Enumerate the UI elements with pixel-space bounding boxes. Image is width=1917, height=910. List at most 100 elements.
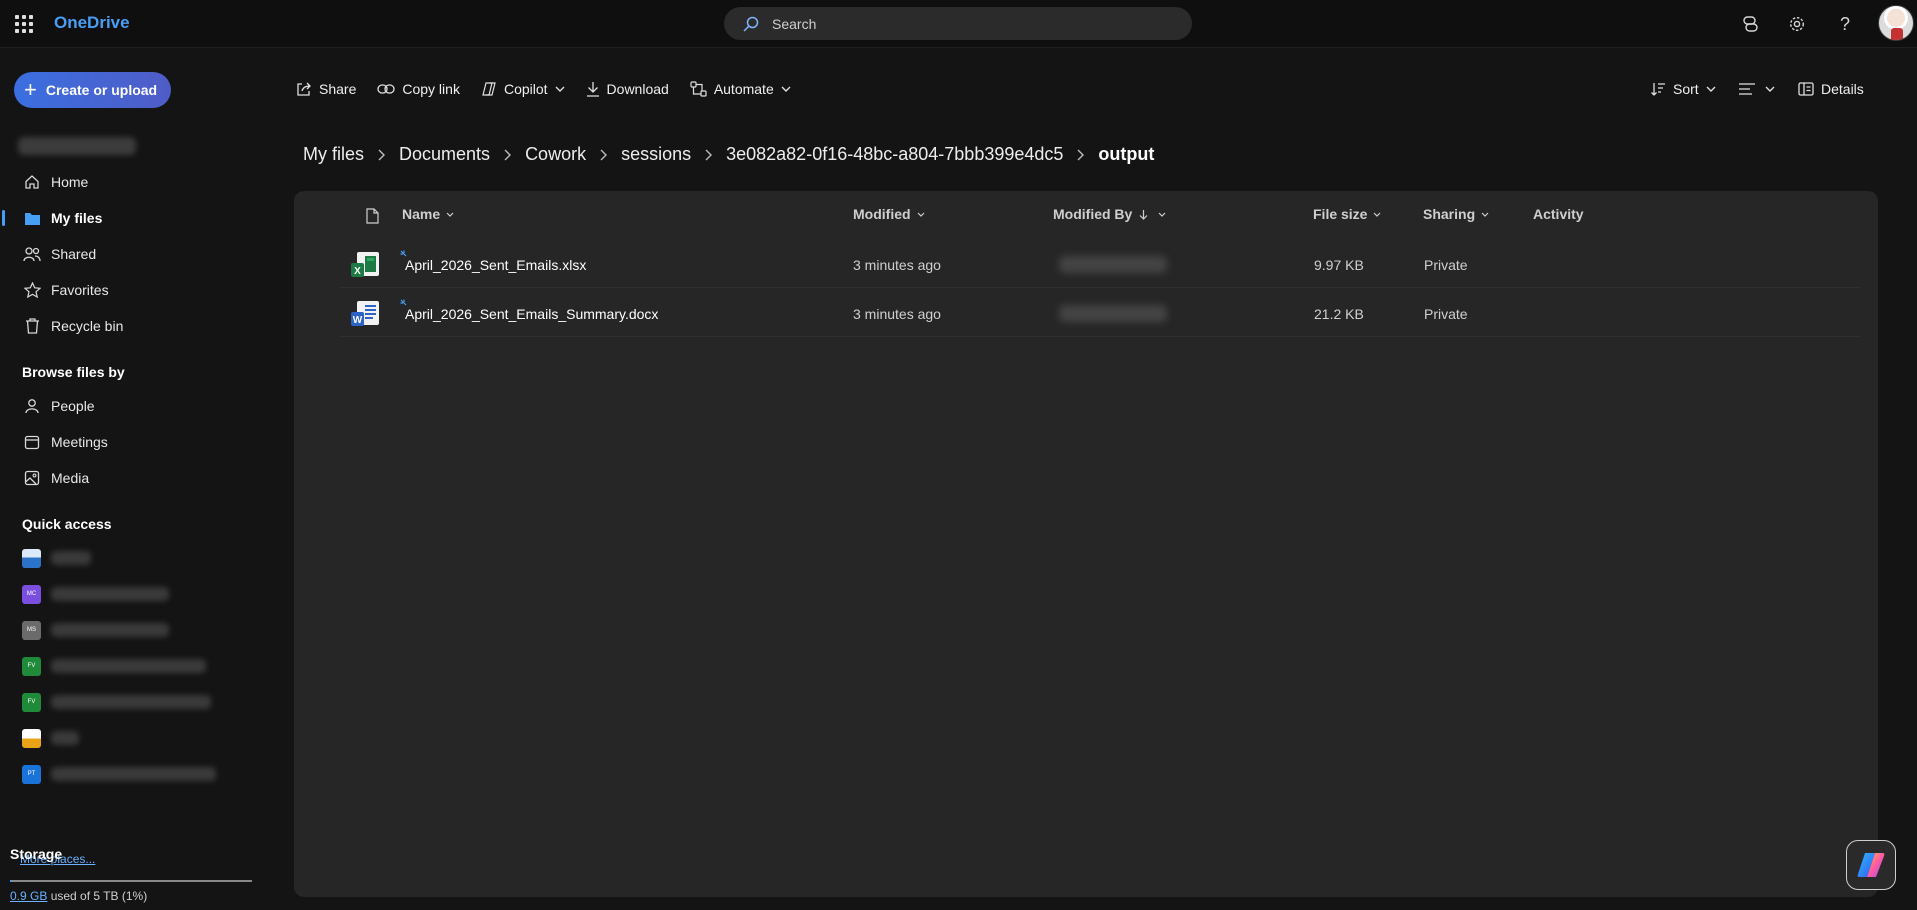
chevron-down-icon — [917, 212, 925, 217]
nav-label: Home — [51, 174, 89, 190]
nav-label: Meetings — [51, 434, 108, 450]
avatar[interactable] — [1878, 5, 1914, 41]
site-logo-icon — [22, 548, 41, 568]
modified-cell: 3 minutes ago — [853, 306, 941, 322]
download-button[interactable]: Download — [586, 81, 669, 97]
person-icon — [22, 396, 42, 416]
nav-shared[interactable]: Shared — [0, 239, 240, 269]
file-size-cell: 21.2 KB — [1314, 306, 1364, 322]
create-or-upload-label: Create or upload — [45, 82, 158, 98]
column-header-activity: Activity — [1533, 206, 1584, 222]
nav-label: My files — [51, 210, 103, 226]
chevron-right-icon — [1077, 149, 1085, 161]
sharing-cell[interactable]: Private — [1424, 257, 1468, 273]
storage-used-link[interactable]: 0.9 GB — [10, 889, 47, 903]
site-badge-icon: PT — [22, 764, 41, 784]
search-box[interactable]: Search — [724, 7, 1192, 40]
file-type-header-icon[interactable] — [366, 208, 379, 224]
quick-access-item[interactable] — [22, 546, 222, 570]
column-header-name[interactable]: Name — [402, 206, 454, 222]
column-header-file-size[interactable]: File size — [1313, 206, 1381, 222]
storage-rest: used of 5 TB (1%) — [47, 889, 148, 903]
details-pane-icon — [1798, 82, 1814, 96]
file-list: Name Modified Modified By File size Shar… — [294, 191, 1878, 897]
search-placeholder[interactable]: Search — [772, 16, 816, 32]
word-file-icon: W — [351, 300, 381, 328]
copy-link-label: Copy link — [402, 81, 460, 97]
nav-people[interactable]: People — [0, 391, 240, 421]
quick-access-name — [51, 659, 206, 673]
storage-progress-fill — [10, 880, 13, 882]
breadcrumb-item-session-id[interactable]: 3e082a82-0f16-48bc-a804-7bbb399e4dc5 — [726, 144, 1063, 165]
view-options-button[interactable] — [1738, 72, 1775, 106]
quick-access-name — [51, 695, 211, 709]
nav-label: Shared — [51, 246, 97, 262]
storage-progress-bar — [10, 880, 252, 882]
settings-gear-icon[interactable] — [1783, 10, 1811, 38]
copilot-logo-icon — [1856, 851, 1886, 879]
svg-text:X: X — [354, 266, 361, 277]
copy-link-button[interactable]: Copy link — [377, 81, 460, 97]
sharing-cell[interactable]: Private — [1424, 306, 1468, 322]
quick-access-item[interactable]: FV — [22, 690, 222, 714]
nav-media[interactable]: Media — [0, 463, 240, 493]
copilot-chat-button[interactable] — [1846, 840, 1896, 890]
details-pane-button[interactable]: Details — [1798, 72, 1864, 106]
nav-favorites[interactable]: Favorites — [0, 275, 240, 305]
top-bar: OneDrive Search ? — [0, 0, 1917, 48]
quick-access-heading: Quick access — [22, 516, 112, 532]
column-header-modified-by[interactable]: Modified By — [1053, 206, 1166, 222]
quick-access-item[interactable]: MS — [22, 618, 222, 642]
site-badge-icon: FV — [22, 692, 41, 712]
sidebar: + Create or upload Home My files Shared … — [0, 49, 266, 910]
column-header-label: Modified — [853, 206, 911, 222]
chevron-down-icon — [1765, 86, 1775, 92]
quick-access-name — [51, 587, 169, 601]
quick-access-item[interactable] — [22, 726, 222, 750]
nav-meetings[interactable]: Meetings — [0, 427, 240, 457]
nav-label: Recycle bin — [51, 318, 124, 334]
nav-recycle-bin[interactable]: Recycle bin — [0, 311, 240, 341]
download-label: Download — [606, 81, 669, 97]
copilot-menu-button[interactable]: Copilot — [481, 81, 565, 97]
column-header-label: Activity — [1533, 206, 1584, 222]
quick-access-item[interactable]: FV — [22, 654, 222, 678]
sort-menu-button[interactable]: Sort — [1650, 72, 1716, 106]
file-size-cell: 9.97 KB — [1314, 257, 1364, 273]
table-row[interactable]: X April_2026_Sent_Emails.xlsx 3 minutes … — [340, 240, 1860, 288]
share-button[interactable]: Share — [296, 81, 356, 97]
account-name — [18, 137, 136, 155]
nav-home[interactable]: Home — [0, 167, 240, 197]
app-title[interactable]: OneDrive — [54, 13, 130, 33]
sort-descending-icon — [1139, 209, 1148, 220]
sort-icon — [1650, 81, 1666, 97]
feedback-icon[interactable] — [1736, 10, 1764, 38]
nav-label: Media — [51, 470, 90, 486]
breadcrumb-item-my-files[interactable]: My files — [303, 144, 364, 165]
create-or-upload-button[interactable]: + Create or upload — [14, 72, 171, 108]
breadcrumb: My files Documents Cowork sessions 3e082… — [303, 144, 1154, 165]
sort-label: Sort — [1673, 81, 1699, 97]
link-icon — [377, 83, 396, 95]
file-name-link[interactable]: April_2026_Sent_Emails_Summary.docx — [405, 306, 658, 322]
breadcrumb-item-cowork[interactable]: Cowork — [525, 144, 586, 165]
table-row[interactable]: W April_2026_Sent_Emails_Summary.docx 3 … — [340, 289, 1860, 337]
quick-access-item[interactable]: PT — [22, 762, 222, 786]
column-header-sharing[interactable]: Sharing — [1423, 206, 1489, 222]
column-header-label: Name — [402, 206, 441, 222]
automate-label: Automate — [713, 81, 774, 97]
folder-icon — [22, 208, 42, 228]
file-name-link[interactable]: April_2026_Sent_Emails.xlsx — [405, 257, 586, 273]
star-icon — [22, 280, 42, 300]
automate-menu-button[interactable]: Automate — [690, 81, 791, 97]
breadcrumb-item-sessions[interactable]: sessions — [621, 144, 691, 165]
column-header-label: Modified By — [1053, 206, 1133, 222]
quick-access-item[interactable]: MC — [22, 582, 222, 606]
app-launcher-icon[interactable] — [12, 12, 36, 36]
chevron-right-icon — [705, 149, 713, 161]
site-badge-icon: MS — [22, 620, 41, 640]
column-header-modified[interactable]: Modified — [853, 206, 925, 222]
breadcrumb-item-documents[interactable]: Documents — [399, 144, 490, 165]
nav-my-files[interactable]: My files — [0, 203, 240, 233]
help-icon[interactable]: ? — [1831, 10, 1859, 38]
